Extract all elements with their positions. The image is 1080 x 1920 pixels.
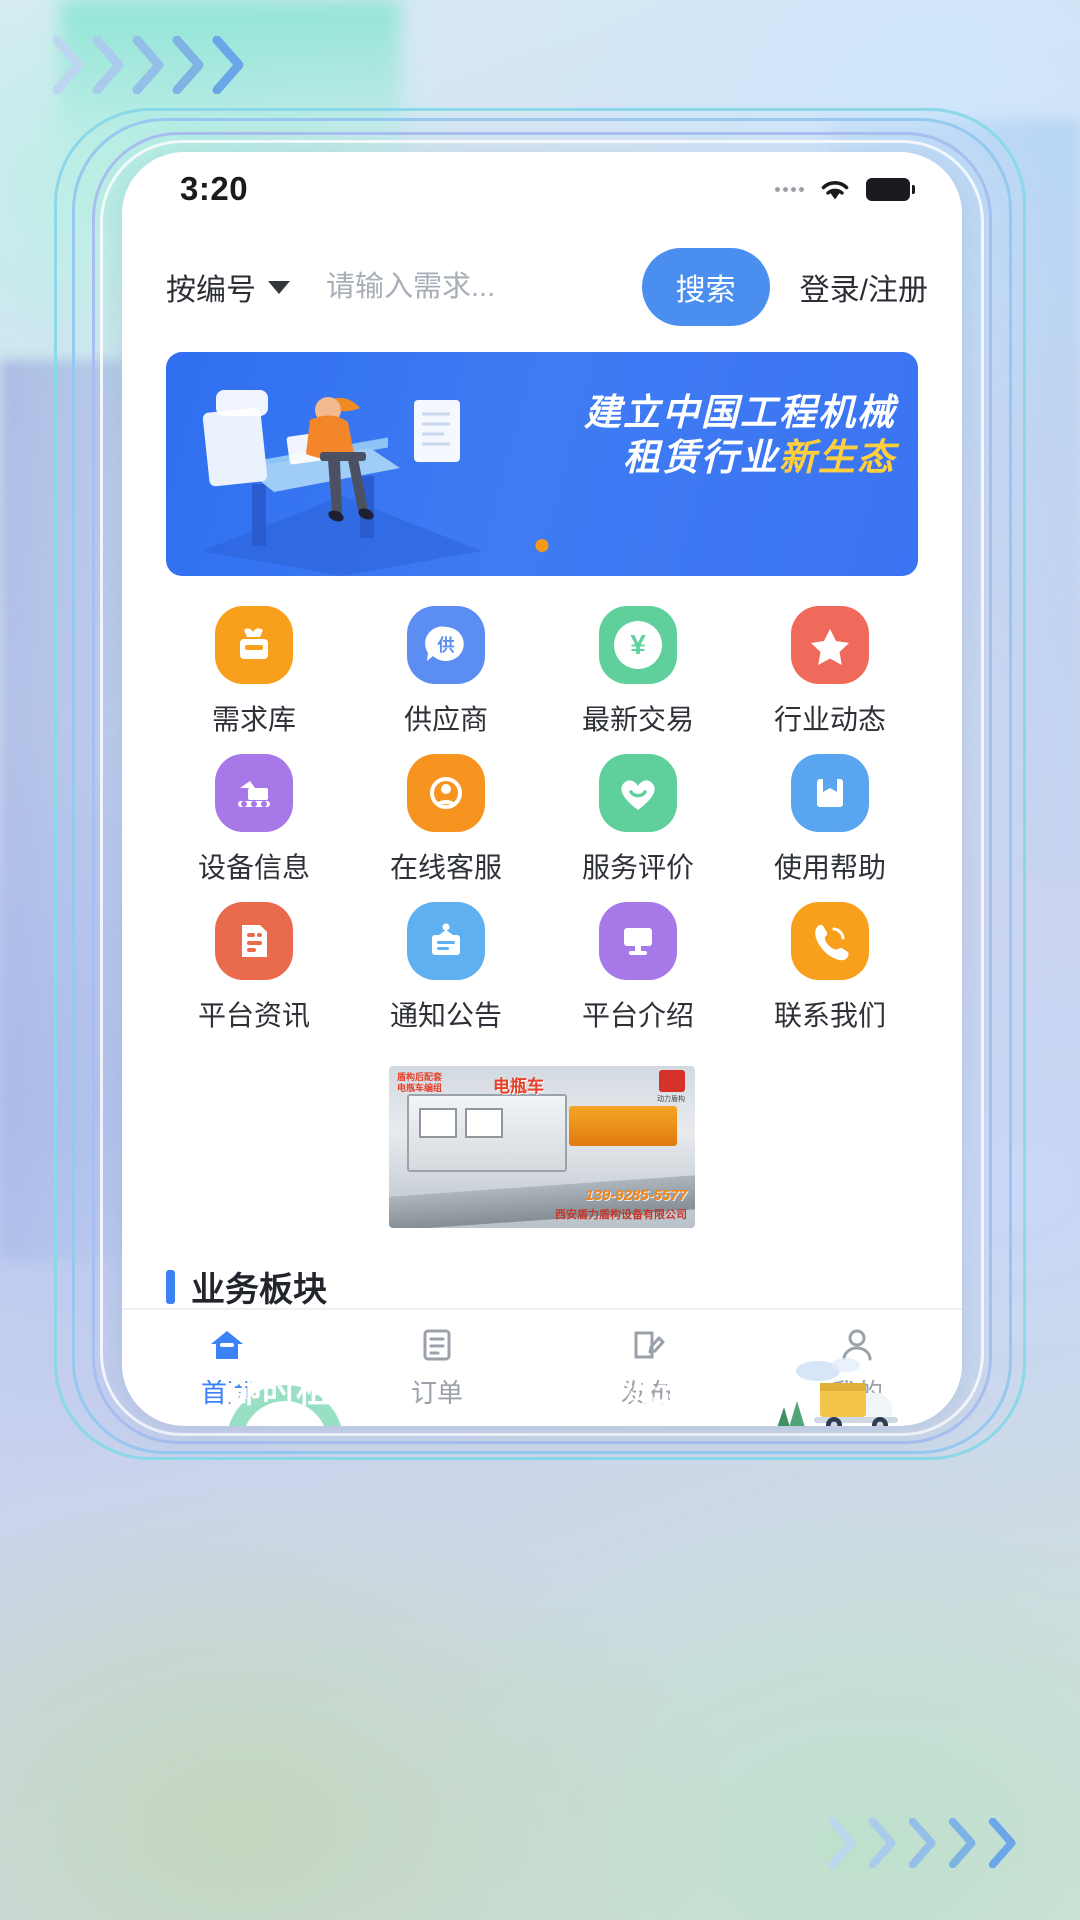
- chevron-down-icon: [268, 280, 290, 294]
- advertisement-section: 盾构后配套 电瓶车编组 电瓶车 动力盾构 139-9285-5577 西安盾力盾…: [122, 1040, 962, 1228]
- grid-item-platform-intro[interactable]: 平台介绍: [542, 902, 734, 1034]
- publish-icon: [634, 1331, 665, 1358]
- status-indicators: [775, 176, 915, 202]
- ad-machine-illustration: [407, 1094, 567, 1172]
- section-accent-bar: [166, 1269, 175, 1304]
- tab-label: 订单: [410, 1377, 463, 1408]
- chevron-right-icon: [908, 1818, 942, 1876]
- phone-screen: 3:20 按编号 搜索 登录/注册: [122, 152, 962, 1426]
- chevron-right-icon: [988, 1818, 1022, 1876]
- phone-call-icon: [791, 902, 869, 980]
- headset-icon: [407, 754, 485, 832]
- wifi-icon: [818, 176, 852, 202]
- grid-item-announcements[interactable]: 通知公告: [350, 902, 542, 1034]
- banner-page-dot[interactable]: [535, 539, 549, 552]
- status-bar: 3:20: [122, 152, 962, 226]
- grid-item-demand-library[interactable]: 需求库: [158, 606, 350, 738]
- news-doc-icon: [215, 902, 293, 980]
- notice-board-icon: [407, 902, 485, 980]
- battery-icon: [866, 177, 915, 201]
- business-card-label: 物流运输: [589, 1371, 725, 1410]
- grid-item-label: 在线客服: [389, 852, 502, 883]
- grid-item-label: 服务评价: [581, 852, 694, 883]
- grid-item-suppliers[interactable]: 供 供应商: [350, 606, 542, 738]
- chevron-right-icon: [212, 36, 246, 94]
- business-card-label: 即时租赁: [228, 1371, 364, 1410]
- yuan-badge: ¥: [614, 621, 662, 669]
- ad-logo: [659, 1070, 685, 1092]
- star-icon: [791, 606, 869, 684]
- chevron-right-icon: [92, 36, 126, 94]
- chevron-right-icon: [828, 1818, 862, 1876]
- toolbox-icon: [215, 606, 293, 684]
- banner-text: 建立中国工程机械 租赁行业新生态: [584, 390, 896, 480]
- grid-item-contact-us[interactable]: 联系我们: [734, 902, 926, 1034]
- search-bar: 按编号 搜索 登录/注册: [122, 226, 962, 344]
- ad-phone-number: 139-9285-5577: [585, 1187, 687, 1204]
- order-icon: [423, 1329, 451, 1360]
- login-register-link[interactable]: 登录/注册: [778, 265, 928, 309]
- banner-line-2: 租赁行业新生态: [584, 435, 896, 480]
- grid-item-equipment-info[interactable]: 设备信息: [158, 754, 350, 886]
- signal-dots-icon: [775, 186, 804, 192]
- grid-item-label: 通知公告: [389, 1000, 502, 1031]
- yuan-coin-icon: ¥: [599, 606, 677, 684]
- grid-item-label: 设备信息: [197, 852, 310, 883]
- supply-chat-icon: 供: [407, 606, 485, 684]
- svg-text:供: 供: [437, 635, 455, 656]
- book-icon: [791, 754, 869, 832]
- section-title-text: 业务板块: [191, 1271, 327, 1309]
- grid-item-platform-news[interactable]: 平台资讯: [158, 902, 350, 1034]
- grid-item-service-rating[interactable]: 服务评价: [542, 754, 734, 886]
- search-button[interactable]: 搜索: [641, 248, 770, 326]
- decorative-chevrons-bottom-right: [828, 1818, 1022, 1876]
- monitor-icon: [599, 902, 677, 980]
- ad-subtitle: 动力盾构: [657, 1096, 685, 1103]
- chevron-right-icon: [172, 36, 206, 94]
- chevron-right-icon: [132, 36, 166, 94]
- chevron-right-icon: [948, 1818, 982, 1876]
- ad-company-name: 西安盾力盾构设备有限公司: [555, 1209, 687, 1221]
- promo-banner[interactable]: 建立中国工程机械 租赁行业新生态: [166, 352, 918, 576]
- banner-line-2-plain: 租赁行业: [623, 437, 779, 479]
- banner-line-1: 建立中国工程机械: [584, 392, 896, 433]
- ad-vehicle-illustration: [569, 1106, 677, 1146]
- chevron-right-icon: [52, 36, 86, 94]
- grid-item-industry-news[interactable]: 行业动态: [734, 606, 926, 738]
- grid-item-help[interactable]: 使用帮助: [734, 754, 926, 886]
- grid-item-latest-deals[interactable]: ¥ 最新交易: [542, 606, 734, 738]
- status-time: 3:20: [180, 170, 249, 207]
- ad-top-left-text: 盾构后配套 电瓶车编组: [397, 1072, 443, 1094]
- grid-item-label: 使用帮助: [773, 852, 886, 883]
- home-icon: [211, 1330, 243, 1359]
- heart-smile-icon: [599, 754, 677, 832]
- grid-item-online-support[interactable]: 在线客服: [350, 754, 542, 886]
- advertisement-banner[interactable]: 盾构后配套 电瓶车编组 电瓶车 动力盾构 139-9285-5577 西安盾力盾…: [389, 1066, 695, 1228]
- grid-item-label: 最新交易: [581, 704, 694, 735]
- excavator-icon: [215, 754, 293, 832]
- grid-item-label: 平台资讯: [197, 1000, 310, 1031]
- grid-item-label: 联系我们: [773, 1000, 886, 1031]
- grid-item-label: 供应商: [403, 704, 488, 735]
- banner-line-2-highlight: 新生态: [779, 437, 896, 479]
- grid-item-label: 平台介绍: [581, 1000, 694, 1031]
- search-filter-dropdown[interactable]: 按编号: [166, 265, 290, 309]
- grid-item-label: 行业动态: [773, 704, 886, 735]
- search-input[interactable]: [298, 270, 634, 304]
- quick-actions-grid: 需求库 供 供应商 ¥ 最新交易 行业动态 设备信息 在线客服 服务评价 使用帮…: [122, 576, 962, 1040]
- decorative-chevrons-top-left: [52, 36, 246, 94]
- search-filter-label: 按编号: [166, 274, 256, 307]
- delivery-truck-icon: [777, 1358, 898, 1426]
- chevron-right-icon: [868, 1818, 902, 1876]
- ad-title: 电瓶车: [493, 1077, 544, 1096]
- banner-illustration: [202, 390, 482, 576]
- grid-item-label: 需求库: [211, 704, 296, 735]
